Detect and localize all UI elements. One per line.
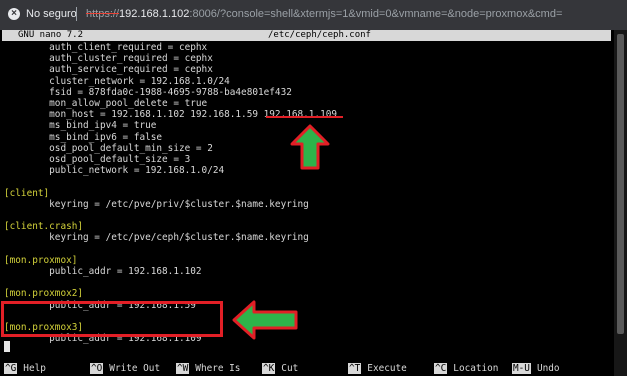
- url-scheme: https://: [86, 8, 120, 20]
- url-path: :8006/?console=shell&xtermjs=1&vmid=0&vm…: [189, 8, 563, 20]
- shortcut-label: Cut: [281, 363, 299, 374]
- shortcut-label: Execute: [367, 363, 407, 374]
- annotation-left-arrow-icon: [232, 300, 298, 340]
- config-line: fsid = 878fda0c-1988-4695-9788-ba4e801ef…: [4, 86, 292, 98]
- shortcut-undo[interactable]: M-U Undo: [512, 363, 560, 374]
- divider: [76, 7, 77, 21]
- config-line: ms_bind_ipv6 = false: [4, 131, 163, 143]
- shortcut-help[interactable]: ^G Help: [4, 363, 46, 374]
- config-line: keyring = /etc/pve/ceph/$cluster.$name.k…: [4, 232, 309, 244]
- config-line: mon_allow_pool_delete = true: [4, 98, 208, 109]
- config-section-header: [mon.proxmox]: [4, 254, 78, 266]
- url-field[interactable]: https://192.168.1.102:8006/?console=shel…: [86, 8, 562, 20]
- shortcut-label: Undo: [536, 363, 560, 374]
- config-line: auth_cluster_required = cephx: [4, 53, 213, 65]
- config-section-header: [client]: [4, 187, 50, 199]
- shortcut-label: Location: [453, 363, 499, 374]
- shortcut-label: Help: [23, 363, 46, 374]
- shortcut-key: ^T: [348, 363, 362, 374]
- annotation-underline: [266, 116, 343, 118]
- shortcut-label: Write Out: [109, 363, 161, 374]
- config-line: auth_client_required = cephx: [4, 42, 208, 53]
- config-line: keyring = /etc/pve/priv/$cluster.$name.k…: [4, 198, 309, 210]
- config-line: public_addr = 192.168.1.102: [4, 266, 202, 277]
- annotation-up-arrow-icon: [290, 124, 330, 170]
- config-line: ms_bind_ipv4 = true: [4, 120, 157, 132]
- browser-address-bar: × No seguro https://192.168.1.102:8006/?…: [0, 0, 627, 30]
- nano-filename: /etc/ceph/ceph.conf: [268, 30, 371, 40]
- scrollbar[interactable]: [614, 30, 627, 376]
- config-line: cluster_network = 192.168.1.0/24: [4, 75, 230, 87]
- config-line: public_network = 192.168.1.0/24: [4, 165, 225, 177]
- shortcut-key: ^K: [262, 363, 276, 374]
- shortcut-where-is[interactable]: ^W Where Is: [176, 363, 240, 374]
- annotation-box: [1, 301, 223, 337]
- shortcut-write-out[interactable]: ^O Write Out: [90, 363, 160, 374]
- config-line: osd_pool_default_size = 3: [4, 154, 191, 165]
- shortcut-execute[interactable]: ^T Execute: [348, 363, 407, 374]
- nano-shortcut-bar: ^G Help ^O Write Out ^W Where Is ^K Cut ^T Execut…: [0, 360, 614, 376]
- shortcut-key: ^G: [4, 363, 18, 374]
- config-line: osd_pool_default_min_size = 2: [4, 142, 213, 154]
- url-host: 192.168.1.102: [119, 8, 190, 20]
- config-section-header: [mon.proxmox2]: [4, 288, 84, 300]
- shortcut-location[interactable]: ^C Location: [434, 363, 498, 374]
- shortcut-key: ^O: [90, 363, 104, 374]
- config-section-header: [client.crash]: [4, 221, 84, 233]
- shortcut-cut[interactable]: ^K Cut: [262, 363, 298, 374]
- shortcut-key: ^W: [176, 363, 190, 374]
- nano-title-bar: GNU nano 7.2 /etc/ceph/ceph.conf: [2, 30, 611, 41]
- shortcut-label: Where Is: [195, 363, 241, 374]
- not-secure-icon[interactable]: ×: [8, 8, 20, 20]
- security-label[interactable]: No seguro: [26, 8, 77, 20]
- nano-version: GNU nano 7.2: [18, 30, 84, 40]
- shortcut-key: ^C: [434, 363, 448, 374]
- scrollbar-thumb[interactable]: [617, 34, 624, 334]
- text-cursor: [4, 341, 10, 352]
- config-line: auth_service_required = cephx: [4, 64, 213, 76]
- shortcut-key: M-U: [512, 363, 531, 374]
